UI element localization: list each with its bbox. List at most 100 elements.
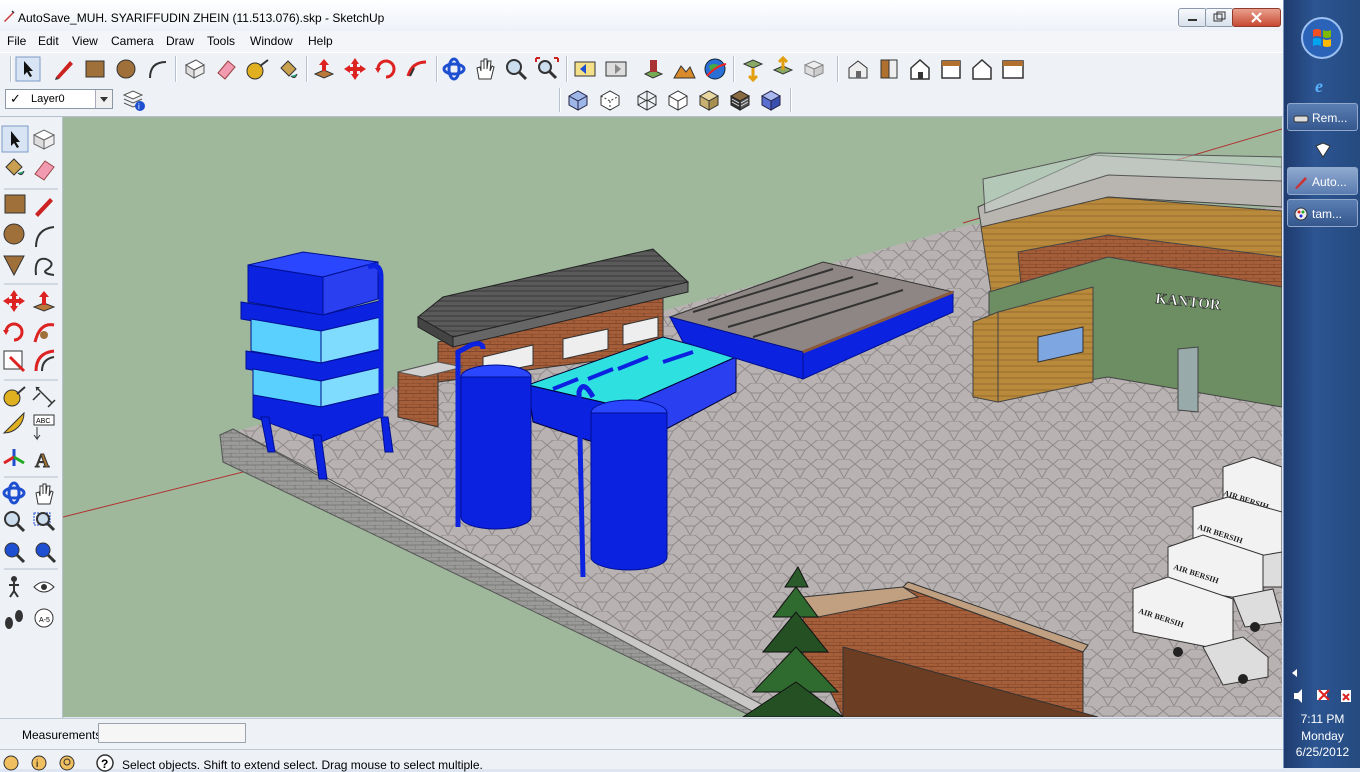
rectangle-tool-button[interactable] xyxy=(82,56,108,82)
push-pull-button[interactable] xyxy=(311,56,337,82)
volume-icon[interactable] xyxy=(1294,689,1302,703)
google-earth-button[interactable] xyxy=(702,56,728,82)
credits-icon[interactable]: i xyxy=(30,754,48,772)
add-location-button[interactable] xyxy=(640,56,666,82)
taskbar-app-icon[interactable] xyxy=(1313,140,1333,160)
xray-style-button[interactable] xyxy=(565,87,591,113)
monochrome-button[interactable] xyxy=(758,87,784,113)
menu-help[interactable]: Help xyxy=(308,34,333,48)
get-models-button[interactable] xyxy=(740,56,766,83)
clock-time[interactable]: 7:11 PM xyxy=(1284,712,1360,726)
start-button[interactable] xyxy=(1300,16,1344,60)
tape-measure-button[interactable] xyxy=(244,56,270,82)
eraser-tool-button[interactable] xyxy=(213,56,239,82)
scale-icon[interactable] xyxy=(3,350,26,373)
pan-button[interactable] xyxy=(472,56,498,82)
circle-tool-button[interactable] xyxy=(113,56,139,82)
orbit-icon[interactable] xyxy=(2,481,26,505)
back-edges-button[interactable] xyxy=(597,87,623,113)
iso-view-button[interactable] xyxy=(845,56,871,82)
taskbar-item-sketchup[interactable]: Auto... xyxy=(1287,167,1358,195)
help-icon[interactable]: ? xyxy=(96,754,114,772)
close-button[interactable] xyxy=(1232,8,1281,27)
maximize-button[interactable] xyxy=(1205,8,1234,27)
make-component-button[interactable] xyxy=(182,56,208,82)
zoom-extents-icon[interactable] xyxy=(4,542,26,564)
paint-bucket-button[interactable] xyxy=(275,56,301,82)
hidden-line-button[interactable] xyxy=(665,87,691,113)
taskbar-item-remote[interactable]: Rem... xyxy=(1287,103,1358,131)
push-pull-icon[interactable] xyxy=(32,291,56,312)
menu-edit[interactable]: Edit xyxy=(38,34,59,48)
minimize-button[interactable] xyxy=(1178,8,1207,27)
section-plane-icon[interactable]: A-5 xyxy=(34,608,54,628)
zoom-extents-button[interactable] xyxy=(534,56,560,82)
show-hidden-icons-arrow[interactable] xyxy=(1291,668,1299,678)
menu-tools[interactable]: Tools xyxy=(207,34,235,48)
3d-text-icon[interactable]: A xyxy=(35,450,51,473)
zoom-window-icon[interactable] xyxy=(33,512,56,532)
user-icon[interactable] xyxy=(58,754,76,772)
shaded-with-textures-button[interactable] xyxy=(727,87,753,113)
protractor-icon[interactable] xyxy=(2,411,25,434)
geo-location-icon[interactable] xyxy=(2,754,20,772)
pencil-icon[interactable] xyxy=(35,198,53,217)
action-center-icon[interactable] xyxy=(1341,690,1351,702)
move-tool-button[interactable] xyxy=(342,56,368,82)
left-view-button[interactable] xyxy=(1000,56,1026,82)
position-camera-icon[interactable] xyxy=(9,576,19,598)
network-warning-icon[interactable] xyxy=(1317,689,1330,701)
circle-icon[interactable] xyxy=(3,223,25,245)
magnifier-icon[interactable] xyxy=(4,511,26,533)
layer-manager-button[interactable]: i xyxy=(121,87,147,113)
hand-icon[interactable] xyxy=(35,483,54,505)
make-component-icon[interactable] xyxy=(32,129,56,150)
tape-measure-icon[interactable] xyxy=(3,386,26,407)
front-view-button[interactable] xyxy=(907,56,933,82)
paint-bucket-icon[interactable] xyxy=(5,158,25,176)
shaded-button[interactable] xyxy=(696,87,722,113)
polygon-icon[interactable] xyxy=(3,255,25,277)
select-tool-button[interactable] xyxy=(15,56,41,82)
text-icon[interactable]: ABC xyxy=(33,414,55,441)
rectangle-icon[interactable] xyxy=(4,194,26,214)
dimension-icon[interactable] xyxy=(32,386,56,408)
line-tool-button[interactable] xyxy=(51,56,77,82)
follow-me-button[interactable] xyxy=(404,56,430,82)
orbit-button[interactable] xyxy=(441,56,467,82)
right-view-button[interactable] xyxy=(938,56,964,82)
eye-icon[interactable] xyxy=(33,581,55,593)
wireframe-button[interactable] xyxy=(634,87,660,113)
offset-icon[interactable] xyxy=(34,349,55,372)
menu-camera[interactable]: Camera xyxy=(111,34,154,48)
move-icon[interactable] xyxy=(3,290,25,312)
arc-tool-button[interactable] xyxy=(144,56,170,82)
menu-draw[interactable]: Draw xyxy=(166,34,194,48)
previous-zoom-icon[interactable] xyxy=(35,542,57,564)
dropdown-arrow-icon[interactable] xyxy=(95,90,112,108)
internet-explorer-icon[interactable]: e xyxy=(1313,75,1333,95)
select-tool-icon[interactable] xyxy=(1,125,29,153)
rotate-icon[interactable] xyxy=(3,322,24,342)
axes-icon[interactable] xyxy=(3,449,25,466)
back-view-button[interactable] xyxy=(969,56,995,82)
next-view-button[interactable] xyxy=(603,56,629,82)
menu-view[interactable]: View xyxy=(72,34,98,48)
layer-dropdown[interactable]: ✓ Layer0 xyxy=(5,89,113,109)
follow-me-icon[interactable] xyxy=(33,323,55,343)
top-view-button[interactable] xyxy=(876,56,902,82)
taskbar-item-paint[interactable]: tam... xyxy=(1287,199,1358,227)
freehand-icon[interactable] xyxy=(34,257,55,276)
arc-icon[interactable] xyxy=(35,226,55,248)
previous-view-button[interactable] xyxy=(572,56,598,82)
share-model-button[interactable] xyxy=(770,55,796,82)
menu-file[interactable]: File xyxy=(7,34,26,48)
share-component-button[interactable] xyxy=(801,56,827,82)
walk-icon[interactable] xyxy=(5,610,23,629)
toggle-terrain-button[interactable] xyxy=(671,56,697,82)
zoom-button[interactable] xyxy=(503,56,529,82)
menu-window[interactable]: Window xyxy=(250,34,293,48)
rotate-tool-button[interactable] xyxy=(373,56,399,82)
measurements-input[interactable] xyxy=(98,723,246,743)
eraser-icon[interactable] xyxy=(34,160,55,181)
